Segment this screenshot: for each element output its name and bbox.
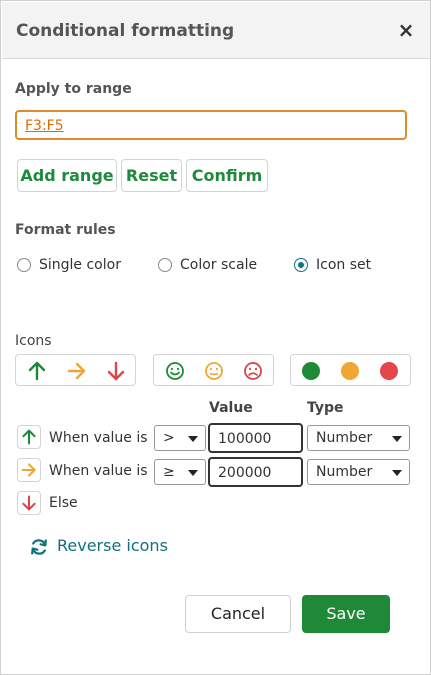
radio-label: Icon set: [316, 257, 372, 273]
rule-1-label: When value is: [49, 430, 148, 446]
rule-2-label: When value is: [49, 463, 148, 479]
rule-1-type-select[interactable]: Number: [307, 425, 410, 451]
rule-1-value-input[interactable]: 100000: [208, 423, 303, 453]
apply-to-range-label: Apply to range: [15, 81, 132, 97]
type-value: Number: [316, 464, 373, 480]
icon-set-dots[interactable]: [290, 354, 411, 386]
conditional-formatting-panel: Conditional formatting × Apply to range …: [0, 0, 431, 675]
close-icon[interactable]: ×: [396, 19, 416, 41]
type-value: Number: [316, 430, 373, 446]
panel-header: Conditional formatting ×: [2, 2, 430, 59]
smile-icon: [166, 362, 184, 380]
chevron-down-icon: [188, 436, 198, 442]
green-dot-icon: [302, 362, 320, 380]
arrow-down-icon: [107, 361, 125, 381]
icons-label: Icons: [15, 333, 52, 349]
value-text: 100000: [218, 431, 272, 447]
add-range-button[interactable]: Add range: [17, 159, 117, 192]
radio-button[interactable]: [158, 258, 172, 272]
arrow-right-icon: [67, 362, 86, 380]
chevron-down-icon: [188, 470, 198, 476]
refresh-icon: [31, 539, 47, 555]
rule-2-value-input[interactable]: 200000: [208, 457, 303, 487]
panel-title: Conditional formatting: [16, 21, 235, 41]
value-column-header: Value: [209, 400, 253, 416]
rule-2-icon-button[interactable]: [17, 458, 41, 482]
arrow-up-icon: [22, 429, 36, 445]
reverse-icons-label: Reverse icons: [57, 536, 168, 555]
radio-button[interactable]: [17, 258, 31, 272]
value-text: 200000: [218, 465, 272, 481]
frown-icon: [244, 362, 262, 380]
rule-1-operator-select[interactable]: >: [154, 425, 206, 451]
range-value: F3:F5: [25, 118, 64, 134]
rule-else-icon-button[interactable]: [17, 491, 41, 515]
radio-label: Single color: [39, 257, 121, 273]
save-button[interactable]: Save: [302, 595, 390, 633]
yellow-dot-icon: [341, 362, 359, 380]
rule-2-operator-select[interactable]: ≥: [154, 459, 206, 485]
reset-button[interactable]: Reset: [121, 159, 182, 192]
arrow-down-icon: [22, 495, 36, 511]
operator-value: ≥: [163, 464, 175, 480]
radio-button-selected[interactable]: [294, 258, 308, 272]
rule-else-label: Else: [49, 495, 78, 511]
confirm-button[interactable]: Confirm: [186, 159, 268, 192]
rule-2-type-select[interactable]: Number: [307, 459, 410, 485]
arrow-up-icon: [28, 361, 46, 381]
chevron-down-icon: [392, 470, 402, 476]
red-dot-icon: [380, 362, 398, 380]
range-input[interactable]: F3:F5: [15, 110, 407, 140]
chevron-down-icon: [392, 436, 402, 442]
neutral-face-icon: [205, 362, 223, 380]
rule-1-icon-button[interactable]: [17, 425, 41, 449]
type-column-header: Type: [307, 400, 344, 416]
format-rules-label: Format rules: [15, 222, 116, 238]
icon-set-arrows[interactable]: [15, 354, 136, 386]
cancel-button[interactable]: Cancel: [185, 595, 291, 633]
radio-label: Color scale: [180, 257, 258, 273]
operator-value: >: [163, 430, 175, 446]
icon-set-smileys[interactable]: [153, 354, 274, 386]
arrow-right-icon: [21, 463, 36, 477]
